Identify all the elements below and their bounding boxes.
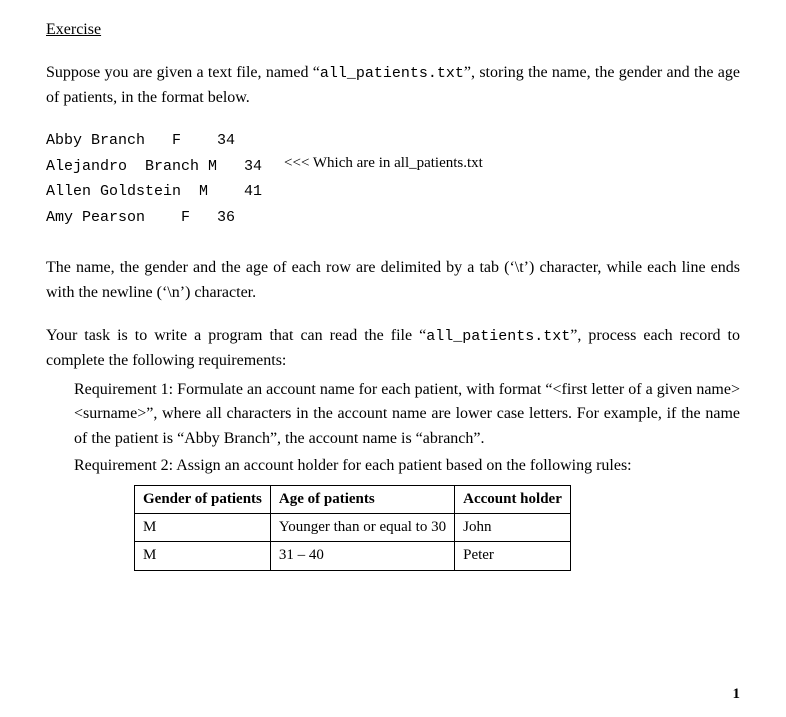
- rules-table: Gender of patients Age of patients Accou…: [134, 485, 571, 571]
- intro-paragraph: Suppose you are given a text file, named…: [46, 61, 740, 111]
- table-cell: Younger than or equal to 30: [270, 514, 454, 542]
- file-lines: Abby Branch F 34 Alejandro Branch M 34 A…: [46, 128, 262, 230]
- table-cell: M: [135, 514, 271, 542]
- task-paragraph: Your task is to write a program that can…: [46, 324, 740, 374]
- table-header-cell: Gender of patients: [135, 485, 271, 513]
- table-header-cell: Account holder: [455, 485, 571, 513]
- requirement-1: Requirement 1: Formulate an account name…: [74, 378, 740, 452]
- page-number: 1: [733, 686, 741, 703]
- requirements-block: Requirement 1: Formulate an account name…: [46, 378, 740, 571]
- delimiter-paragraph: The name, the gender and the age of each…: [46, 256, 740, 306]
- file-content-block: Abby Branch F 34 Alejandro Branch M 34 A…: [46, 128, 740, 230]
- intro-filename: all_patients.txt: [320, 65, 464, 82]
- table-header-row: Gender of patients Age of patients Accou…: [135, 485, 571, 513]
- table-row: M Younger than or equal to 30 John: [135, 514, 571, 542]
- task-text-1: Your task is to write a program that can…: [46, 327, 426, 344]
- table-cell: 31 – 40: [270, 542, 454, 570]
- table-cell: M: [135, 542, 271, 570]
- file-annotation: <<< Which are in all_patients.txt: [284, 152, 483, 175]
- table-cell: Peter: [455, 542, 571, 570]
- table-header-cell: Age of patients: [270, 485, 454, 513]
- document-page: Exercise Suppose you are given a text fi…: [0, 0, 786, 591]
- task-filename: all_patients.txt: [426, 328, 570, 345]
- table-row: M 31 – 40 Peter: [135, 542, 571, 570]
- exercise-heading: Exercise: [46, 18, 740, 43]
- table-cell: John: [455, 514, 571, 542]
- intro-text-1: Suppose you are given a text file, named…: [46, 64, 320, 81]
- requirement-2-intro: Requirement 2: Assign an account holder …: [74, 454, 740, 479]
